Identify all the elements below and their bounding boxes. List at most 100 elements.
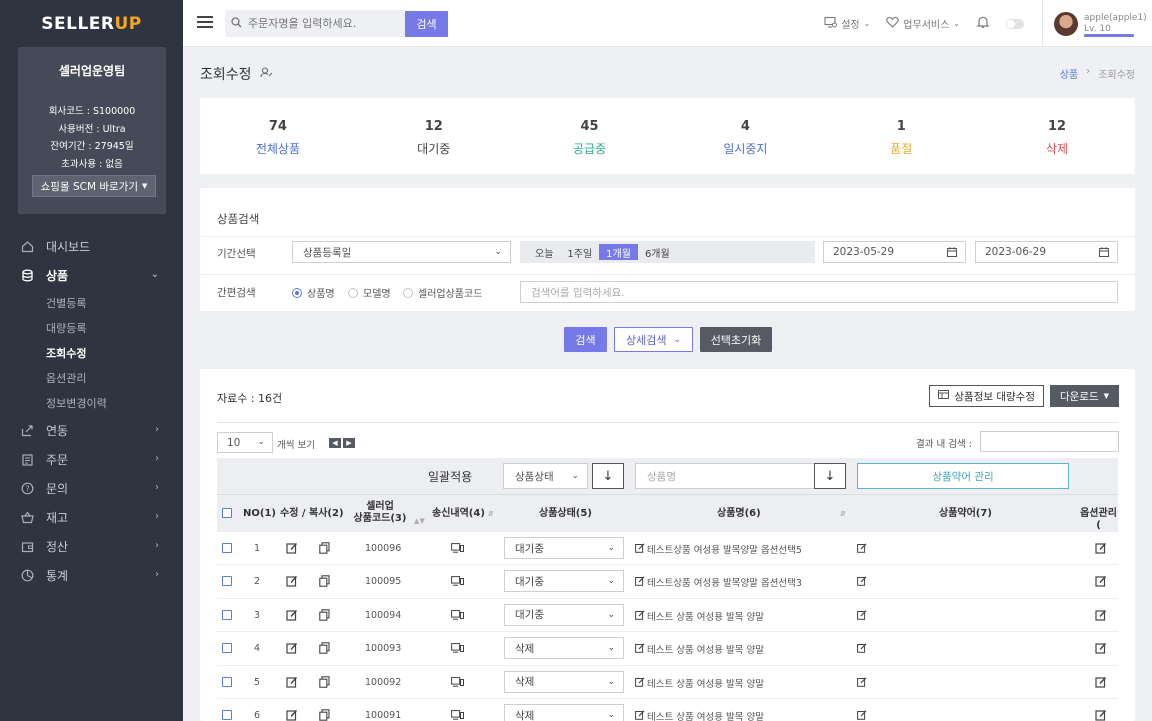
row-status-select[interactable]: 삭제 ⌄: [504, 670, 624, 693]
stat-waiting[interactable]: 12 대기중: [356, 98, 512, 174]
search-button[interactable]: 검색: [564, 327, 607, 352]
period-6month[interactable]: 6개월: [638, 244, 677, 260]
submenu-item-single-register[interactable]: 건별등록: [0, 290, 183, 315]
edit-abbreviation-icon[interactable]: [857, 710, 867, 720]
option-manage-icon[interactable]: [1095, 575, 1107, 587]
next-page-icon[interactable]: ▶: [343, 438, 355, 448]
edit-name-icon[interactable]: [635, 610, 645, 620]
sort-icon[interactable]: ▲▼: [411, 515, 425, 527]
option-manage-icon[interactable]: [1095, 642, 1107, 654]
sort-icon[interactable]: ⇵: [837, 508, 846, 520]
row-status-select[interactable]: 대기중 ⌄: [504, 570, 624, 593]
apply-name-button[interactable]: ↓: [814, 463, 846, 489]
stat-paused[interactable]: 4 일시중지: [667, 98, 823, 174]
prev-page-icon[interactable]: ◀: [329, 438, 341, 448]
row-checkbox[interactable]: [222, 643, 232, 654]
edit-name-icon[interactable]: [635, 710, 645, 720]
row-product-name[interactable]: 테스트상품 여성용 발목양말 옵션선택3: [647, 575, 802, 589]
edit-name-icon[interactable]: [635, 676, 645, 687]
sidebar-item-dashboard[interactable]: 대시보드: [0, 232, 183, 261]
row-status-select[interactable]: 삭제 ⌄: [504, 637, 624, 660]
row-checkbox[interactable]: [222, 609, 232, 620]
top-search-button[interactable]: 검색: [405, 11, 448, 37]
period-1month[interactable]: 1개월: [599, 244, 638, 260]
submenu-item-search-edit[interactable]: 조회수정: [0, 340, 183, 365]
send-history-icon[interactable]: [451, 676, 464, 687]
edit-abbreviation-icon[interactable]: [857, 576, 867, 587]
radio-product-name[interactable]: 상품명: [292, 285, 335, 300]
option-manage-icon[interactable]: [1095, 709, 1107, 721]
send-history-icon[interactable]: [451, 710, 464, 720]
period-type-select[interactable]: 상품등록일 ⌄: [292, 241, 511, 263]
stat-total[interactable]: 74 전체상품: [200, 98, 356, 174]
settings-menu[interactable]: 설정 ⌄: [824, 16, 870, 31]
copy-icon[interactable]: [319, 642, 330, 654]
in-result-search-input[interactable]: [980, 431, 1119, 452]
option-manage-icon[interactable]: [1095, 609, 1107, 621]
edit-abbreviation-icon[interactable]: [857, 643, 867, 653]
send-history-icon[interactable]: [451, 643, 464, 653]
edit-name-icon[interactable]: [635, 543, 645, 553]
radio-sellerup-code[interactable]: 셀러업상품코드: [403, 285, 482, 300]
bulk-edit-button[interactable]: 상품정보 대량수정: [929, 385, 1044, 407]
edit-abbreviation-icon[interactable]: [857, 610, 867, 620]
col-code[interactable]: 셀러업 상품코드(3): [352, 501, 408, 525]
sidebar-item-settlement[interactable]: 정산 ›: [0, 532, 183, 561]
copy-icon[interactable]: [319, 542, 330, 554]
col-product-name[interactable]: 상품명(6): [717, 508, 761, 520]
keyword-manage-button[interactable]: 상품약어 관리: [857, 463, 1069, 489]
stat-soldout[interactable]: 1 품절: [823, 98, 979, 174]
select-all-checkbox[interactable]: [222, 508, 232, 518]
row-status-select[interactable]: 대기중 ⌄: [504, 603, 624, 626]
send-history-icon[interactable]: [451, 543, 464, 553]
edit-icon[interactable]: [286, 676, 298, 688]
submenu-item-option-manage[interactable]: 옵션관리: [0, 366, 183, 391]
copy-icon[interactable]: [319, 575, 330, 588]
date-from-input[interactable]: 2023-05-29: [823, 241, 966, 263]
option-manage-icon[interactable]: [1095, 542, 1107, 554]
bulk-name-input[interactable]: 상품명: [635, 463, 815, 489]
row-status-select[interactable]: 삭제 ⌄: [504, 704, 624, 721]
sidebar-item-orders[interactable]: 주문 ›: [0, 445, 183, 474]
sidebar-item-inquiry[interactable]: ? 문의 ›: [0, 474, 183, 503]
user-setting-icon[interactable]: [259, 66, 273, 82]
edit-icon[interactable]: [286, 709, 298, 721]
edit-abbreviation-icon[interactable]: [857, 676, 867, 687]
radio-model-name[interactable]: 모델명: [348, 285, 391, 300]
date-to-input[interactable]: 2023-06-29: [975, 241, 1118, 263]
keyword-input[interactable]: 검색어를 입력하세요.: [520, 281, 1118, 303]
page-size-select[interactable]: 10 ⌄: [217, 432, 273, 453]
option-manage-icon[interactable]: [1095, 676, 1107, 688]
send-history-icon[interactable]: [451, 609, 464, 620]
row-product-name[interactable]: 테스트 상품 여성용 발목 양말: [647, 709, 764, 721]
edit-icon[interactable]: [286, 642, 298, 654]
sidebar-item-products[interactable]: 상품 ⌄: [0, 261, 183, 290]
row-status-select[interactable]: 대기중 ⌄: [504, 537, 624, 559]
edit-abbreviation-icon[interactable]: [857, 543, 867, 553]
download-button[interactable]: 다운로드 ▼: [1050, 385, 1119, 407]
scm-shortcut-button[interactable]: 쇼핑몰 SCM 바로가기 ▼: [32, 175, 156, 197]
logo[interactable]: SELLER UP: [0, 0, 183, 47]
col-send-history[interactable]: 송신내역(4) ⇵: [432, 508, 494, 520]
menu-toggle-icon[interactable]: [197, 16, 213, 30]
copy-icon[interactable]: [319, 675, 330, 688]
reset-button[interactable]: 선택초기화: [700, 327, 772, 352]
row-checkbox[interactable]: [222, 543, 232, 553]
submenu-item-bulk-register[interactable]: 대량등록: [0, 315, 183, 340]
order-search-input[interactable]: [248, 17, 398, 30]
theme-toggle[interactable]: [1006, 18, 1024, 29]
services-menu[interactable]: 업무서비스 ⌄: [886, 16, 960, 31]
row-checkbox[interactable]: [222, 710, 232, 720]
row-checkbox[interactable]: [222, 676, 232, 687]
edit-icon[interactable]: [286, 609, 298, 621]
submenu-item-change-history[interactable]: 정보변경이력: [0, 391, 183, 416]
sidebar-item-integration[interactable]: 연동 ›: [0, 416, 183, 445]
period-today[interactable]: 오늘: [528, 244, 560, 260]
detail-search-button[interactable]: 상세검색 ⌄: [614, 327, 693, 352]
user-profile[interactable]: apple(apple1) Lv. 10: [1042, 0, 1152, 47]
edit-icon[interactable]: [286, 542, 298, 554]
row-checkbox[interactable]: [222, 576, 232, 587]
apply-status-button[interactable]: ↓: [592, 463, 624, 489]
row-product-name[interactable]: 테스트 상품 여성용 발목 양말: [647, 609, 764, 623]
row-product-name[interactable]: 테스트 상품 여성용 발목 양말: [647, 676, 764, 690]
